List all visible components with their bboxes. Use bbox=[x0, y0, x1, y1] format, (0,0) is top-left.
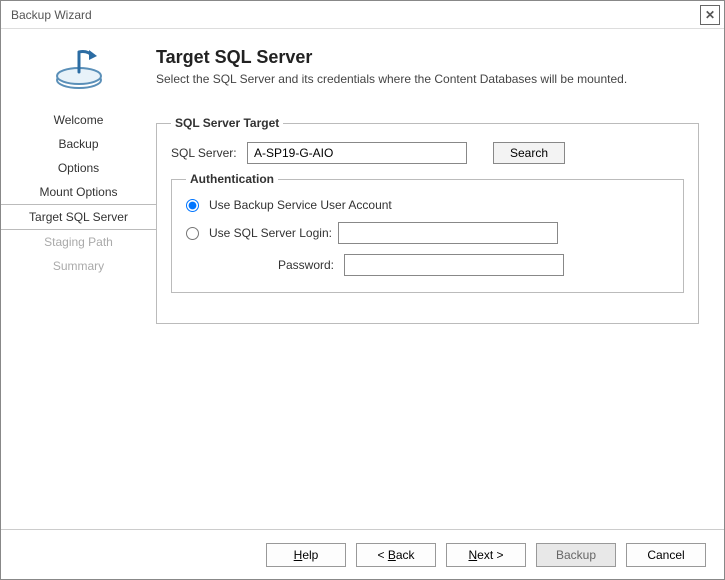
back-button[interactable]: < Back bbox=[356, 543, 436, 567]
backup-wizard-window: Backup Wizard ✕ Welcome Backup Options M… bbox=[0, 0, 725, 580]
radio-sql-login[interactable] bbox=[186, 227, 199, 240]
sql-login-input[interactable] bbox=[338, 222, 558, 244]
step-backup[interactable]: Backup bbox=[1, 132, 156, 156]
wizard-icon bbox=[1, 44, 156, 93]
radio-service-account[interactable] bbox=[186, 199, 199, 212]
page-title: Target SQL Server bbox=[156, 47, 699, 68]
sql-server-target-group: SQL Server Target SQL Server: Search Aut… bbox=[156, 116, 699, 324]
radio-sql-login-label: Use SQL Server Login: bbox=[209, 226, 332, 240]
sql-server-label: SQL Server: bbox=[171, 146, 241, 160]
close-icon: ✕ bbox=[705, 8, 715, 22]
authentication-group: Authentication Use Backup Service User A… bbox=[171, 172, 684, 293]
page-description: Select the SQL Server and its credential… bbox=[156, 72, 699, 86]
close-button[interactable]: ✕ bbox=[700, 5, 720, 25]
wizard-steps: Welcome Backup Options Mount Options Tar… bbox=[1, 108, 156, 278]
auth-legend: Authentication bbox=[186, 172, 278, 186]
radio-service-account-label: Use Backup Service User Account bbox=[209, 198, 392, 212]
step-mount-options[interactable]: Mount Options bbox=[1, 180, 156, 204]
backup-button[interactable]: Backup bbox=[536, 543, 616, 567]
next-button[interactable]: Next > bbox=[446, 543, 526, 567]
sql-server-input[interactable] bbox=[247, 142, 467, 164]
help-button[interactable]: Help bbox=[266, 543, 346, 567]
footer: Help < Back Next > Backup Cancel bbox=[1, 529, 724, 579]
step-options[interactable]: Options bbox=[1, 156, 156, 180]
step-staging-path: Staging Path bbox=[1, 230, 156, 254]
wizard-body: Welcome Backup Options Mount Options Tar… bbox=[1, 29, 724, 529]
main-panel: Target SQL Server Select the SQL Server … bbox=[156, 29, 724, 529]
password-label: Password: bbox=[272, 258, 334, 272]
password-input[interactable] bbox=[344, 254, 564, 276]
step-welcome[interactable]: Welcome bbox=[1, 108, 156, 132]
window-title: Backup Wizard bbox=[11, 8, 92, 22]
step-target-sql-server[interactable]: Target SQL Server bbox=[1, 204, 156, 230]
titlebar: Backup Wizard ✕ bbox=[1, 1, 724, 29]
search-button[interactable]: Search bbox=[493, 142, 565, 164]
step-summary: Summary bbox=[1, 254, 156, 278]
sidebar: Welcome Backup Options Mount Options Tar… bbox=[1, 29, 156, 529]
sql-target-legend: SQL Server Target bbox=[171, 116, 283, 130]
cancel-button[interactable]: Cancel bbox=[626, 543, 706, 567]
